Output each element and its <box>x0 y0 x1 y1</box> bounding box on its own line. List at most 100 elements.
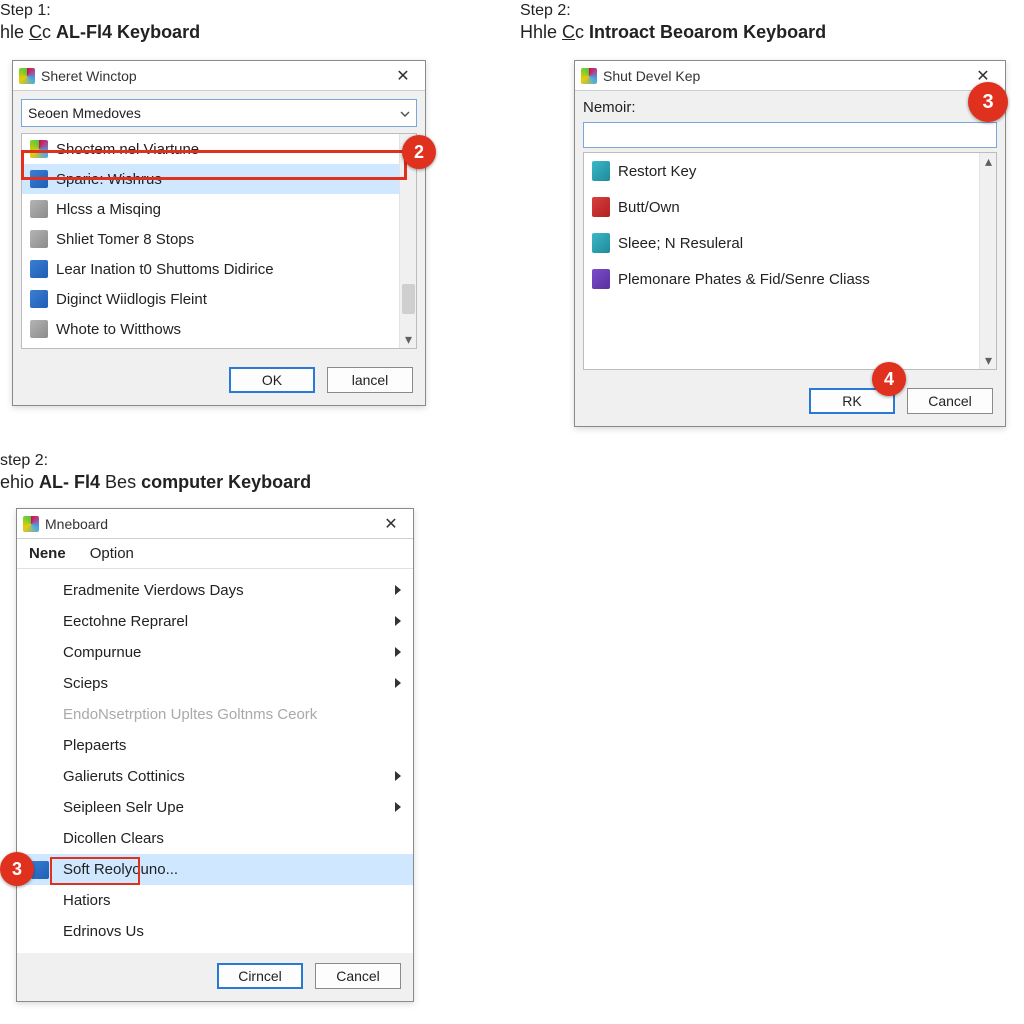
submenu-arrow-icon <box>393 770 403 782</box>
item-icon <box>592 233 610 253</box>
scroll-up-icon[interactable]: ▴ <box>980 153 997 170</box>
menu-item[interactable]: Dicollen Clears <box>17 823 413 854</box>
item-label: Restort Key <box>618 163 696 180</box>
item-label: Shoctem nel Viartune <box>56 141 199 158</box>
step2a-label: Step 2: <box>520 2 826 20</box>
item-label: Sparie: Wishrus <box>56 171 162 188</box>
name-label: Nemoir: <box>583 99 997 116</box>
scroll-down-icon[interactable]: ▾ <box>400 331 417 348</box>
item-icon <box>592 197 610 217</box>
close-icon: ✕ <box>396 66 409 86</box>
titlebar: Sheret Winctop ✕ <box>13 61 425 91</box>
submenu-arrow-icon <box>393 677 403 689</box>
menu-item[interactable]: Soft Reolyouno... <box>17 854 413 885</box>
menu-item-label: Plepaerts <box>63 737 126 754</box>
item-label: Hlcss a Misqing <box>56 201 161 218</box>
list-item[interactable]: Plemonare Phates & Fid/Senre Cliass <box>584 261 979 297</box>
list-item[interactable]: Whote to Witthows <box>22 314 399 344</box>
item-label: Shliet Tomer 8 Stops <box>56 231 194 248</box>
menu-item-label: Scieps <box>63 675 108 692</box>
submenu-arrow-icon <box>393 646 403 658</box>
list-item[interactable]: Butt/Own <box>584 189 979 225</box>
item-icon <box>30 230 48 248</box>
name-input[interactable] <box>583 122 997 148</box>
item-label: Lear Ination t0 Shuttoms Didirice <box>56 261 274 278</box>
scrollbar[interactable]: ▴ ▾ <box>979 153 996 369</box>
window-shortcut: Shut Devel Kep ✕ Nemoir: Restort Key Butt… <box>574 60 1006 427</box>
window-keyboard: Mneboard ✕ Nene Option Eradmenite Vierdo… <box>16 508 414 1002</box>
ok-button[interactable]: OK <box>229 367 315 393</box>
button-row: OK lancel <box>13 357 425 405</box>
step2b-label: step 2: <box>0 452 311 470</box>
combo-select[interactable]: Seoen Mmedoves <box>21 99 417 127</box>
name-field-group: Nemoir: <box>583 99 997 148</box>
item-label: Diginct Wiidlogis Fleint <box>56 291 207 308</box>
item-icon <box>30 140 48 158</box>
button-row: RK Cancel <box>575 378 1005 426</box>
item-icon <box>30 170 48 188</box>
cancel-button[interactable]: Cancel <box>315 963 401 989</box>
menu-nene[interactable]: Nene <box>17 539 78 568</box>
menu-item-label: Soft Reolyouno... <box>63 861 178 878</box>
item-icon <box>30 200 48 218</box>
callout-3: 3 <box>968 82 1008 122</box>
window-title: Sheret Winctop <box>41 68 419 84</box>
callout-3b: 3 <box>0 852 34 886</box>
menu-item-label: Galieruts Cottinics <box>63 768 185 785</box>
window-title: Shut Devel Kep <box>603 68 999 84</box>
menu-option[interactable]: Option <box>78 539 146 568</box>
action-list: Restort Key Butt/Own Sleee; N Resuleral Ple… <box>583 152 997 370</box>
callout-2: 2 <box>402 135 436 169</box>
item-icon <box>592 161 610 181</box>
list-item[interactable]: Shoctem nel Viartune <box>22 134 399 164</box>
cancel-button[interactable]: lancel <box>327 367 413 393</box>
menu-item: EndoNsetrption Upltes Goltnms Ceork <box>17 699 413 730</box>
scroll-thumb[interactable] <box>402 284 415 314</box>
list-item[interactable]: Hlcss a Misqing <box>22 194 399 224</box>
menu-item[interactable]: Galieruts Cottinics <box>17 761 413 792</box>
item-icon <box>30 320 48 338</box>
menu-item[interactable]: Scieps <box>17 668 413 699</box>
close-button[interactable]: ✕ <box>383 62 423 90</box>
menu-item[interactable]: Plepaerts <box>17 730 413 761</box>
menubar: Nene Option <box>17 539 413 569</box>
menu-item-label: Seipleen Selr Upe <box>63 799 184 816</box>
menu-item-label: Eectohne Reprarel <box>63 613 188 630</box>
menu-item-label: EndoNsetrption Upltes Goltnms Ceork <box>63 706 317 723</box>
menu-item-label: Eradmenite Vierdows Days <box>63 582 244 599</box>
close-button[interactable]: ✕ <box>371 510 411 538</box>
dropdown-menu: Eradmenite Vierdows Days Eectohne Reprare… <box>17 569 413 953</box>
menu-item[interactable]: Seipleen Selr Upe <box>17 792 413 823</box>
list-item[interactable]: Shliet Tomer 8 Stops <box>22 224 399 254</box>
chevron-down-icon <box>400 109 410 119</box>
list-item[interactable]: Diginct Wiidlogis Fleint <box>22 284 399 314</box>
menu-item-label: Dicollen Clears <box>63 830 164 847</box>
list-item[interactable]: Sleee; N Resuleral <box>584 225 979 261</box>
ok-button[interactable]: Cirncel <box>217 963 303 989</box>
menu-item[interactable]: Eectohne Reprarel <box>17 606 413 637</box>
option-list: Shoctem nel Viartune Sparie: Wishrus Hlcss… <box>21 133 417 349</box>
cancel-button[interactable]: Cancel <box>907 388 993 414</box>
submenu-arrow-icon <box>393 584 403 596</box>
menu-item[interactable]: Hatiors <box>17 885 413 916</box>
app-icon <box>19 68 35 84</box>
item-label: Butt/Own <box>618 199 680 216</box>
item-icon <box>30 290 48 308</box>
item-label: Sleee; N Resuleral <box>618 235 743 252</box>
list-item[interactable]: Lear Ination t0 Shuttoms Didirice <box>22 254 399 284</box>
menu-item-label: Edrinovs Us <box>63 923 144 940</box>
list-item[interactable]: Restort Key <box>584 153 979 189</box>
titlebar: Shut Devel Kep ✕ <box>575 61 1005 91</box>
menu-item[interactable]: Edrinovs Us <box>17 916 413 947</box>
step2a-title: Hhle Cc Introact Beoarom Keyboard <box>520 22 826 43</box>
item-label: Plemonare Phates & Fid/Senre Cliass <box>618 271 870 288</box>
menu-item[interactable]: Eradmenite Vierdows Days <box>17 575 413 606</box>
window-title: Mneboard <box>45 516 407 532</box>
window-shutdown: Sheret Winctop ✕ Seoen Mmedoves Shoctem … <box>12 60 426 406</box>
scroll-down-icon[interactable]: ▾ <box>980 352 997 369</box>
list-item[interactable]: Sparie: Wishrus <box>22 164 399 194</box>
app-icon <box>23 516 39 532</box>
step1-title: hle Cc AL-Fl4 Keyboard <box>0 22 200 43</box>
item-label: Whote to Witthows <box>56 321 181 338</box>
menu-item[interactable]: Compurnue <box>17 637 413 668</box>
